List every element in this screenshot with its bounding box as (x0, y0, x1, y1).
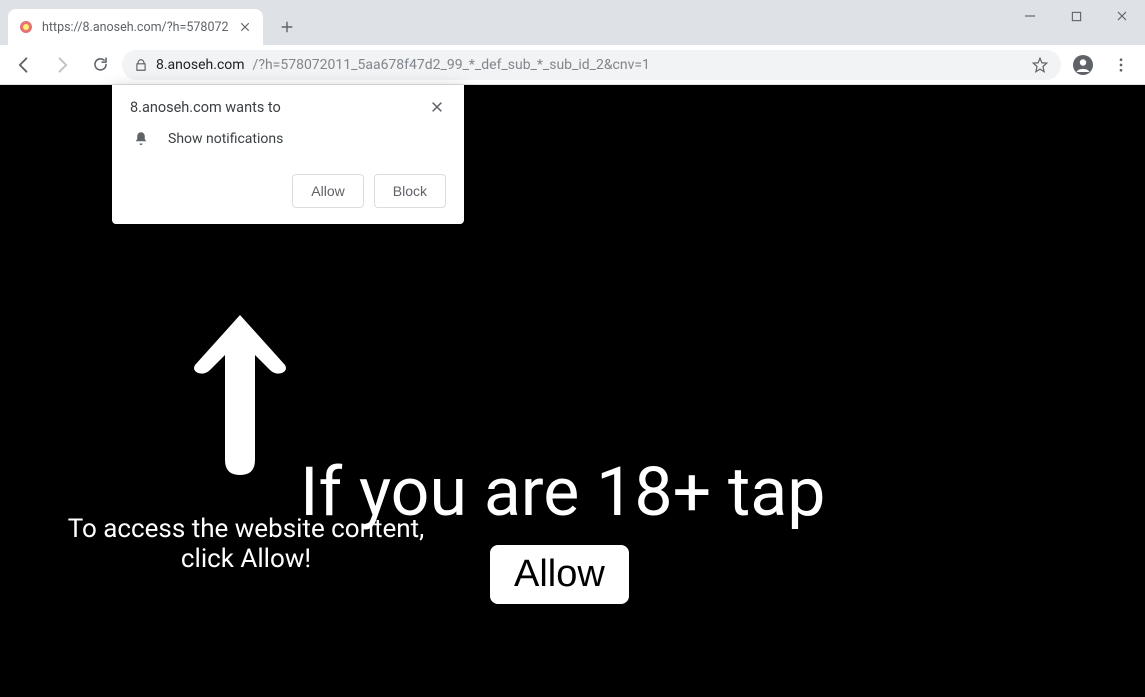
reload-button[interactable] (84, 49, 116, 81)
tab-close-icon[interactable] (237, 19, 253, 35)
new-tab-button[interactable] (273, 13, 301, 41)
window-titlebar: https://8.anoseh.com/?h=578072 (0, 0, 1145, 45)
permission-block-button[interactable]: Block (374, 174, 446, 208)
kebab-menu-button[interactable] (1105, 49, 1137, 81)
favicon-icon (18, 19, 34, 35)
permission-item-label: Show notifications (168, 131, 283, 147)
notification-permission-popup: 8.anoseh.com wants to Show notifications… (112, 85, 464, 224)
minimize-button[interactable] (1007, 0, 1053, 32)
instruction-line2: click Allow! (181, 544, 311, 574)
forward-button[interactable] (46, 49, 78, 81)
window-controls (1007, 0, 1145, 32)
close-window-button[interactable] (1099, 0, 1145, 32)
maximize-button[interactable] (1053, 0, 1099, 32)
browser-tab[interactable]: https://8.anoseh.com/?h=578072 (8, 9, 263, 45)
arrow-up-icon (185, 305, 295, 489)
age-headline: If you are 18+ tap (300, 452, 825, 532)
url-host: 8.anoseh.com (156, 57, 245, 73)
lock-icon (134, 58, 148, 72)
profile-avatar-button[interactable] (1067, 49, 1099, 81)
permission-allow-button[interactable]: Allow (292, 174, 363, 208)
permission-item: Show notifications (132, 130, 446, 148)
tab-strip: https://8.anoseh.com/?h=578072 (0, 0, 301, 45)
permission-actions: Allow Block (130, 174, 446, 208)
permission-title: 8.anoseh.com wants to (130, 99, 281, 116)
browser-toolbar: 8.anoseh.com /?h=578072011_5aa678f47d2_99… (0, 45, 1145, 85)
bell-icon (132, 130, 150, 148)
bookmark-star-icon[interactable] (1031, 56, 1049, 74)
back-button[interactable] (8, 49, 40, 81)
tab-title: https://8.anoseh.com/?h=578072 (42, 20, 229, 35)
url-path: /?h=578072011_5aa678f47d2_99_*_def_sub_*… (253, 57, 650, 73)
address-bar[interactable]: 8.anoseh.com /?h=578072011_5aa678f47d2_99… (122, 50, 1061, 80)
page-allow-button[interactable]: Allow (490, 545, 629, 604)
permission-close-icon[interactable] (430, 99, 446, 115)
